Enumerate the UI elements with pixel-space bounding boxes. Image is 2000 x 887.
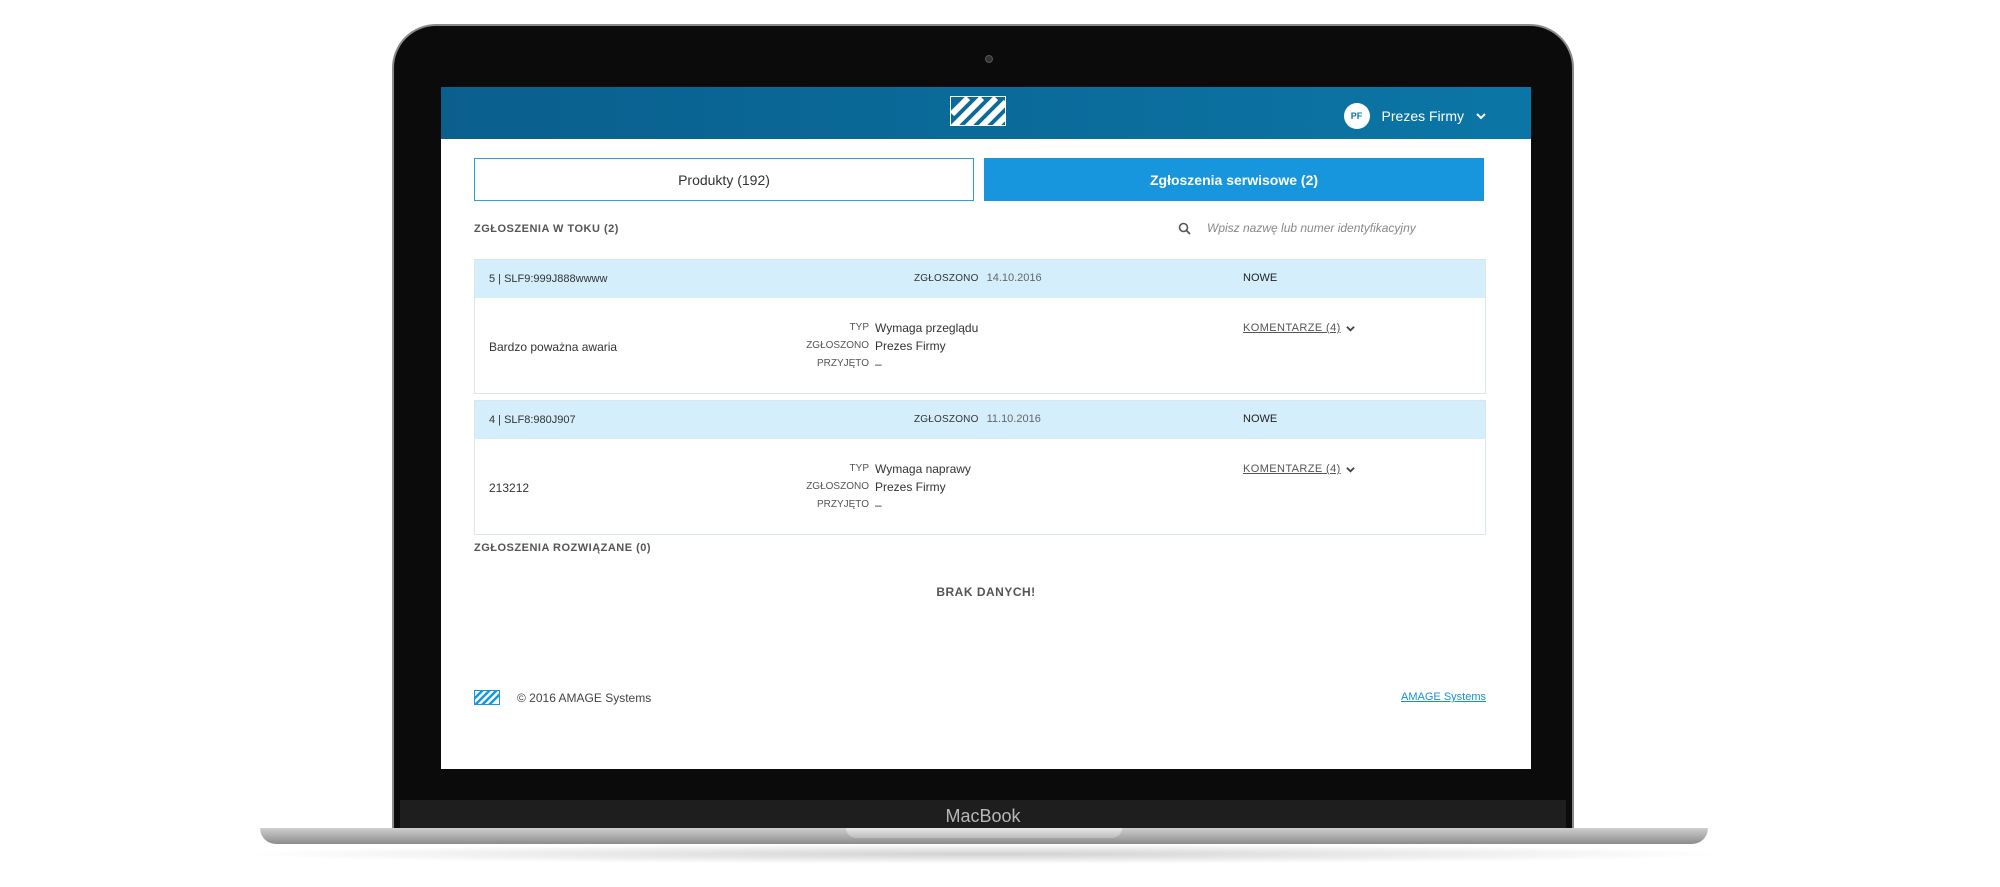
accepted-label: PRZYJĘTO [816, 499, 869, 510]
footer-link[interactable]: AMAGE Systems [1401, 691, 1486, 703]
request-description: Bardzo poważna awaria [489, 340, 618, 354]
reported-info: ZGŁOSZONO 11.10.2016 [914, 413, 1041, 425]
tab-service-requests[interactable]: Zgłoszenia serwisowe (2) [984, 158, 1484, 201]
request-meta: TYP Wymaga naprawy ZGŁOSZONO Prezes Firmy … [705, 460, 1125, 514]
search-icon [1178, 222, 1191, 235]
in-progress-title: ZGŁOSZENIA W TOKU (2) [474, 223, 619, 235]
chevron-down-icon [1345, 466, 1355, 473]
request-card[interactable]: 5 | SLF9:999J888wwww ZGŁOSZONO 14.10.2016… [474, 259, 1486, 394]
footer-logo-icon [474, 690, 500, 705]
camera-icon [985, 55, 993, 63]
avatar: PF [1343, 103, 1370, 129]
laptop-shadow [230, 844, 1740, 864]
top-bar: PF Prezes Firmy [441, 87, 1531, 139]
reported-by-value: Prezes Firmy [875, 480, 946, 494]
reported-by-label: ZGŁOSZONO [806, 481, 869, 492]
laptop-brand: MacBook [945, 806, 1021, 826]
copyright-text: © 2016 AMAGE Systems [517, 691, 652, 705]
resolved-title: ZGŁOSZENIA ROZWIĄZANE (0) [474, 542, 652, 554]
comments-label: KOMENTARZE (4) [1243, 322, 1341, 334]
request-description: 213212 [489, 481, 530, 495]
request-card-header: 4 | SLF8:980J907 ZGŁOSZONO 11.10.2016 NOW… [475, 401, 1485, 439]
reported-label: ZGŁOSZONO [914, 273, 979, 284]
request-id: 5 | SLF9:999J888wwww [489, 273, 608, 285]
type-value: Wymaga naprawy [875, 462, 971, 476]
tab-products[interactable]: Produkty (192) [474, 158, 974, 201]
scene: MacBook PF Prezes Firmy Produkty (192) Z… [0, 0, 2000, 887]
comments-label: KOMENTARZE (4) [1243, 463, 1341, 475]
app-screen: PF Prezes Firmy Produkty (192) Zgłoszeni… [441, 87, 1531, 769]
user-name: Prezes Firmy [1381, 108, 1464, 124]
comments-toggle[interactable]: KOMENTARZE (4) [1243, 463, 1355, 475]
type-value: Wymaga przeglądu [875, 321, 979, 335]
comments-toggle[interactable]: KOMENTARZE (4) [1243, 322, 1355, 334]
reported-by-value: Prezes Firmy [875, 339, 946, 353]
type-label: TYP [849, 463, 869, 474]
reported-by-label: ZGŁOSZONO [806, 340, 869, 351]
reported-label: ZGŁOSZONO [914, 414, 979, 425]
accepted-label: PRZYJĘTO [816, 358, 869, 369]
chevron-down-icon [1345, 325, 1355, 332]
accepted-value: – [875, 357, 882, 371]
accepted-value: – [875, 498, 882, 512]
request-card-header: 5 | SLF9:999J888wwww ZGŁOSZONO 14.10.2016… [475, 260, 1485, 298]
status-badge: NOWE [1243, 413, 1278, 425]
type-label: TYP [849, 322, 869, 333]
chevron-down-icon [1476, 113, 1486, 120]
laptop-notch [846, 828, 1122, 838]
brand-logo-icon[interactable] [950, 96, 1006, 126]
reported-info: ZGŁOSZONO 14.10.2016 [914, 272, 1042, 284]
request-card[interactable]: 4 | SLF8:980J907 ZGŁOSZONO 11.10.2016 NOW… [474, 400, 1486, 535]
status-badge: NOWE [1243, 272, 1278, 284]
search-input[interactable]: Wpisz nazwę lub numer identyfikacyjny [1207, 221, 1416, 235]
empty-state: BRAK DANYCH! [936, 585, 1036, 599]
user-menu[interactable]: PF Prezes Firmy [1343, 103, 1486, 129]
reported-date: 14.10.2016 [986, 272, 1042, 284]
search-bar[interactable]: Wpisz nazwę lub numer identyfikacyjny [1178, 221, 1416, 235]
request-id: 4 | SLF8:980J907 [489, 414, 576, 426]
request-meta: TYP Wymaga przeglądu ZGŁOSZONO Prezes Firm… [705, 319, 1125, 373]
reported-date: 11.10.2016 [986, 413, 1041, 425]
